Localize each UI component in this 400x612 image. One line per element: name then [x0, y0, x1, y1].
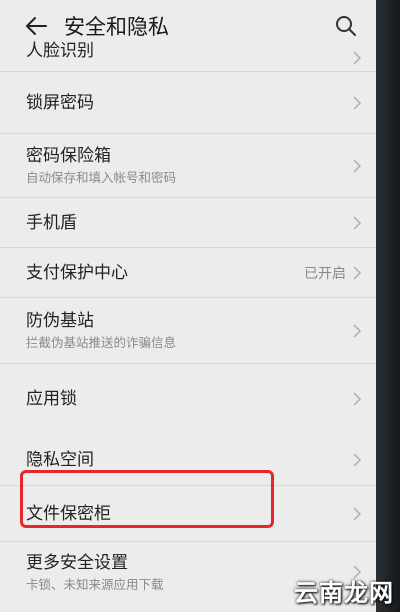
page-title: 安全和隐私 [64, 15, 169, 39]
list-item-payment-protection[interactable]: 支付保护中心 已开启 [0, 248, 376, 298]
chevron-right-icon [353, 95, 362, 110]
list-item-app-lock[interactable]: 应用锁 [0, 364, 376, 434]
back-arrow-icon [26, 17, 47, 35]
chevron-right-icon [353, 452, 362, 467]
status-text: 已开启 [304, 265, 346, 282]
list-item-description: 自动保存和填入帐号和密码 [26, 170, 177, 185]
list-item-face-recognition[interactable]: 人脸识别 [0, 41, 376, 72]
phone-screen: 安全和隐私 人脸识别 锁屏密码 密码保险箱 自动保存和填入帐号和密码 手机盾 支… [0, 0, 376, 612]
chevron-right-icon [353, 50, 362, 65]
list-item-label: 锁屏密码 [26, 92, 94, 113]
search-icon [336, 16, 356, 36]
chevron-right-icon [353, 506, 362, 521]
list-item-description: 拦截伪基站推送的诈骗信息 [26, 335, 177, 350]
list-item-anti-fake-base-station[interactable]: 防伪基站 拦截伪基站推送的诈骗信息 [0, 298, 376, 364]
phone-bezel [376, 0, 400, 612]
list-item-label: 手机盾 [26, 212, 77, 233]
chevron-right-icon [353, 158, 362, 173]
list-item-label: 防伪基站 [26, 311, 94, 331]
chevron-right-icon [353, 215, 362, 230]
list-item-phone-shield[interactable]: 手机盾 [0, 198, 376, 248]
list-item-lock-screen-password[interactable]: 锁屏密码 [0, 72, 376, 134]
list-item-password-vault[interactable]: 密码保险箱 自动保存和填入帐号和密码 [0, 134, 376, 198]
list-item-label: 应用锁 [26, 389, 77, 409]
list-item-label: 支付保护中心 [26, 262, 128, 283]
list-item-label: 隐私空间 [26, 449, 94, 470]
chevron-right-icon [353, 265, 362, 280]
list-item-label: 密码保险箱 [26, 146, 111, 166]
highlight-box [20, 470, 274, 528]
chevron-right-icon [353, 392, 362, 406]
watermark: 云南龙网 [294, 579, 394, 607]
list-item-label: 更多安全设置 [26, 552, 128, 573]
search-button[interactable] [328, 8, 364, 44]
chevron-right-icon [353, 323, 362, 338]
list-item-label: 人脸识别 [26, 41, 94, 61]
